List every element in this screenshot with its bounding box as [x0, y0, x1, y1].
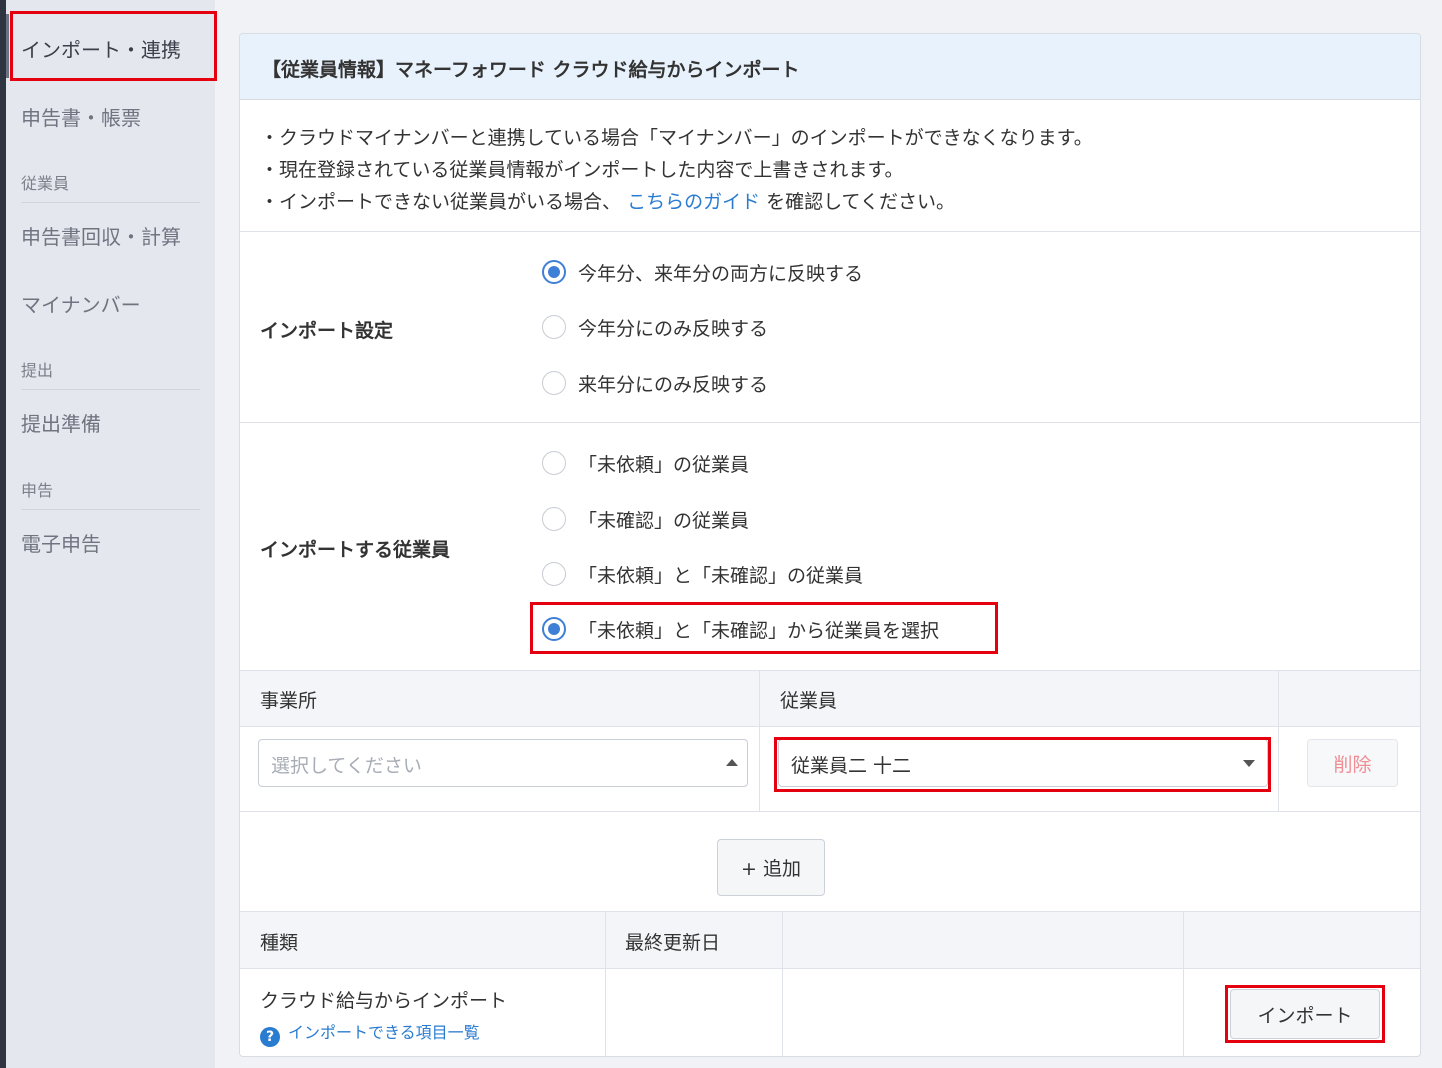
add-button[interactable]: + 追加: [717, 839, 825, 896]
radio-next-year[interactable]: 来年分にのみ反映する: [542, 368, 768, 398]
sidebar-item-import[interactable]: インポート・連携: [21, 34, 181, 63]
notes: ・クラウドマイナンバーと連携している場合「マイナンバー」のインポートができなくな…: [260, 122, 1093, 218]
col-office: 事業所: [260, 690, 318, 712]
panel-title: 【従業員情報】マネーフォワード クラウド給与からインポート: [262, 59, 800, 81]
sidebar-item-collection[interactable]: 申告書回収・計算: [21, 221, 181, 250]
import-panel: 【従業員情報】マネーフォワード クラウド給与からインポート ・クラウドマイナンバ…: [239, 33, 1421, 1057]
guide-link[interactable]: こちらのガイド: [627, 191, 760, 213]
radio-label: 来年分にのみ反映する: [578, 373, 769, 396]
column-divider: [1278, 670, 1279, 811]
radio-label: 「未依頼」の従業員: [578, 453, 750, 476]
help-icon: ?: [260, 1027, 280, 1047]
caret-down-icon: [1243, 760, 1255, 767]
radio-unchecked-icon: [542, 507, 566, 531]
office-select[interactable]: 選択してください: [258, 739, 748, 787]
import-type-cell: クラウド給与からインポート: [260, 990, 508, 1012]
office-select-placeholder: 選択してください: [271, 755, 422, 777]
radio-both-years[interactable]: 今年分、来年分の両方に反映する: [542, 257, 863, 287]
radio-unchecked-icon: [542, 371, 566, 395]
importable-items-link-label: インポートできる項目一覧: [288, 1023, 480, 1042]
import-employees-label: インポートする従業員: [260, 539, 451, 561]
sidebar-item-efiling[interactable]: 電子申告: [21, 528, 101, 557]
radio-checked-icon: [542, 617, 566, 641]
note-line-1: ・クラウドマイナンバーと連携している場合「マイナンバー」のインポートができなくな…: [260, 127, 1093, 149]
radio-label: 今年分、来年分の両方に反映する: [578, 262, 864, 285]
radio-unrequested[interactable]: 「未依頼」の従業員: [542, 448, 749, 478]
caret-up-icon: [726, 759, 738, 766]
panel-header: 【従業員情報】マネーフォワード クラウド給与からインポート: [240, 34, 1420, 100]
divider: [240, 231, 1420, 232]
note-line-3: ・インポートできない従業員がいる場合、 こちらのガイド を確認してください。: [260, 186, 1093, 218]
sidebar-section-filing: 申告: [21, 477, 200, 510]
sidebar: インポート・連携 申告書・帳票 従業員 申告書回収・計算 マイナンバー 提出 提…: [6, 0, 217, 1068]
radio-label: 「未依頼」と「未確認」の従業員: [578, 564, 864, 587]
sidebar-section-submit: 提出: [21, 357, 200, 390]
sidebar-item-forms[interactable]: 申告書・帳票: [21, 102, 141, 131]
column-divider: [605, 911, 606, 1056]
sidebar-item-mynumber[interactable]: マイナンバー: [21, 289, 141, 318]
note-line-3-text: ・インポートできない従業員がいる場合、: [260, 191, 622, 213]
sidebar-section-employees: 従業員: [21, 170, 200, 203]
import-button[interactable]: インポート: [1230, 989, 1380, 1039]
importable-items-link[interactable]: ? インポートできる項目一覧: [260, 1019, 480, 1047]
col-type: 種類: [260, 932, 299, 954]
note-line-3-suffix: を確認してください。: [766, 191, 955, 213]
radio-label: 「未依頼」と「未確認」から従業員を選択: [578, 619, 940, 642]
column-divider: [759, 670, 760, 811]
column-divider: [1183, 911, 1184, 1056]
import-table-header: 種類 最終更新日: [240, 911, 1420, 969]
import-setting-label: インポート設定: [260, 320, 394, 342]
radio-unrequested-and-unconfirmed[interactable]: 「未依頼」と「未確認」の従業員: [542, 559, 863, 589]
divider: [240, 422, 1420, 423]
employee-select-value: 従業員二 十二: [791, 755, 912, 777]
radio-this-year[interactable]: 今年分にのみ反映する: [542, 312, 768, 342]
radio-checked-icon: [542, 260, 566, 284]
note-line-2: ・現在登録されている従業員情報がインポートした内容で上書きされます。: [260, 159, 904, 181]
radio-select-employees[interactable]: 「未依頼」と「未確認」から従業員を選択: [542, 614, 939, 644]
radio-unconfirmed[interactable]: 「未確認」の従業員: [542, 504, 749, 534]
sidebar-item-submit-prep[interactable]: 提出準備: [21, 408, 101, 437]
radio-unchecked-icon: [542, 315, 566, 339]
col-employee: 従業員: [780, 690, 838, 712]
employee-select[interactable]: 従業員二 十二: [778, 739, 1268, 787]
delete-button[interactable]: 削除: [1307, 739, 1398, 787]
radio-label: 「未確認」の従業員: [578, 509, 750, 532]
divider: [240, 811, 1420, 812]
column-divider: [782, 911, 783, 1056]
radio-label: 今年分にのみ反映する: [578, 317, 769, 340]
active-indicator: [6, 14, 9, 78]
employee-table-header: 事業所 従業員: [240, 670, 1420, 727]
radio-unchecked-icon: [542, 562, 566, 586]
col-updated: 最終更新日: [625, 932, 721, 954]
radio-unchecked-icon: [542, 451, 566, 475]
